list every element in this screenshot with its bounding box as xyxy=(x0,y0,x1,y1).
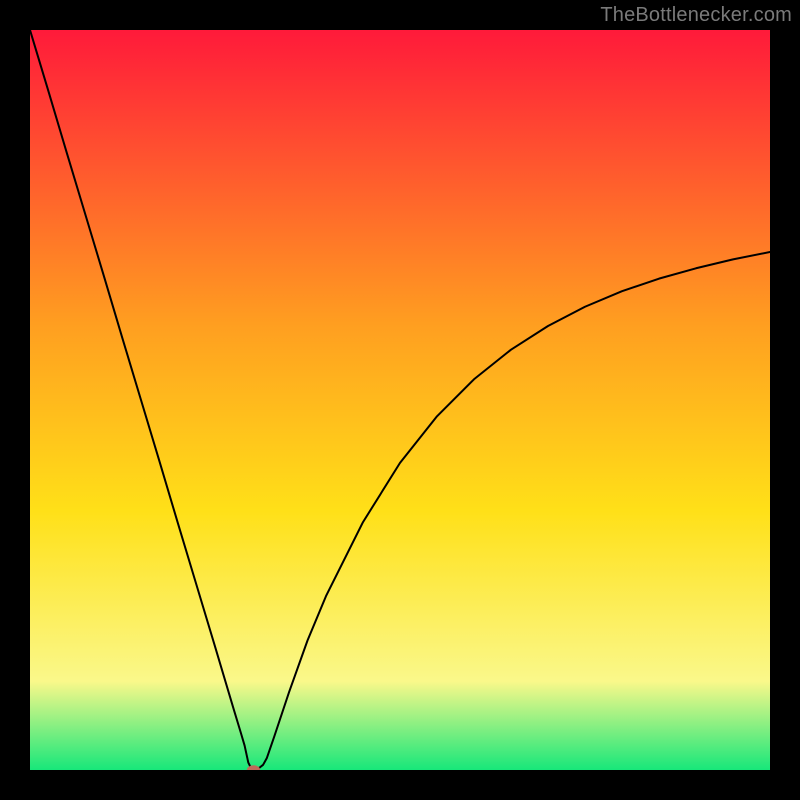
watermark-text: TheBottlenecker.com xyxy=(600,4,792,27)
plot-area xyxy=(30,30,770,770)
bottleneck-chart xyxy=(30,30,770,770)
chart-frame: TheBottlenecker.com xyxy=(0,0,800,800)
